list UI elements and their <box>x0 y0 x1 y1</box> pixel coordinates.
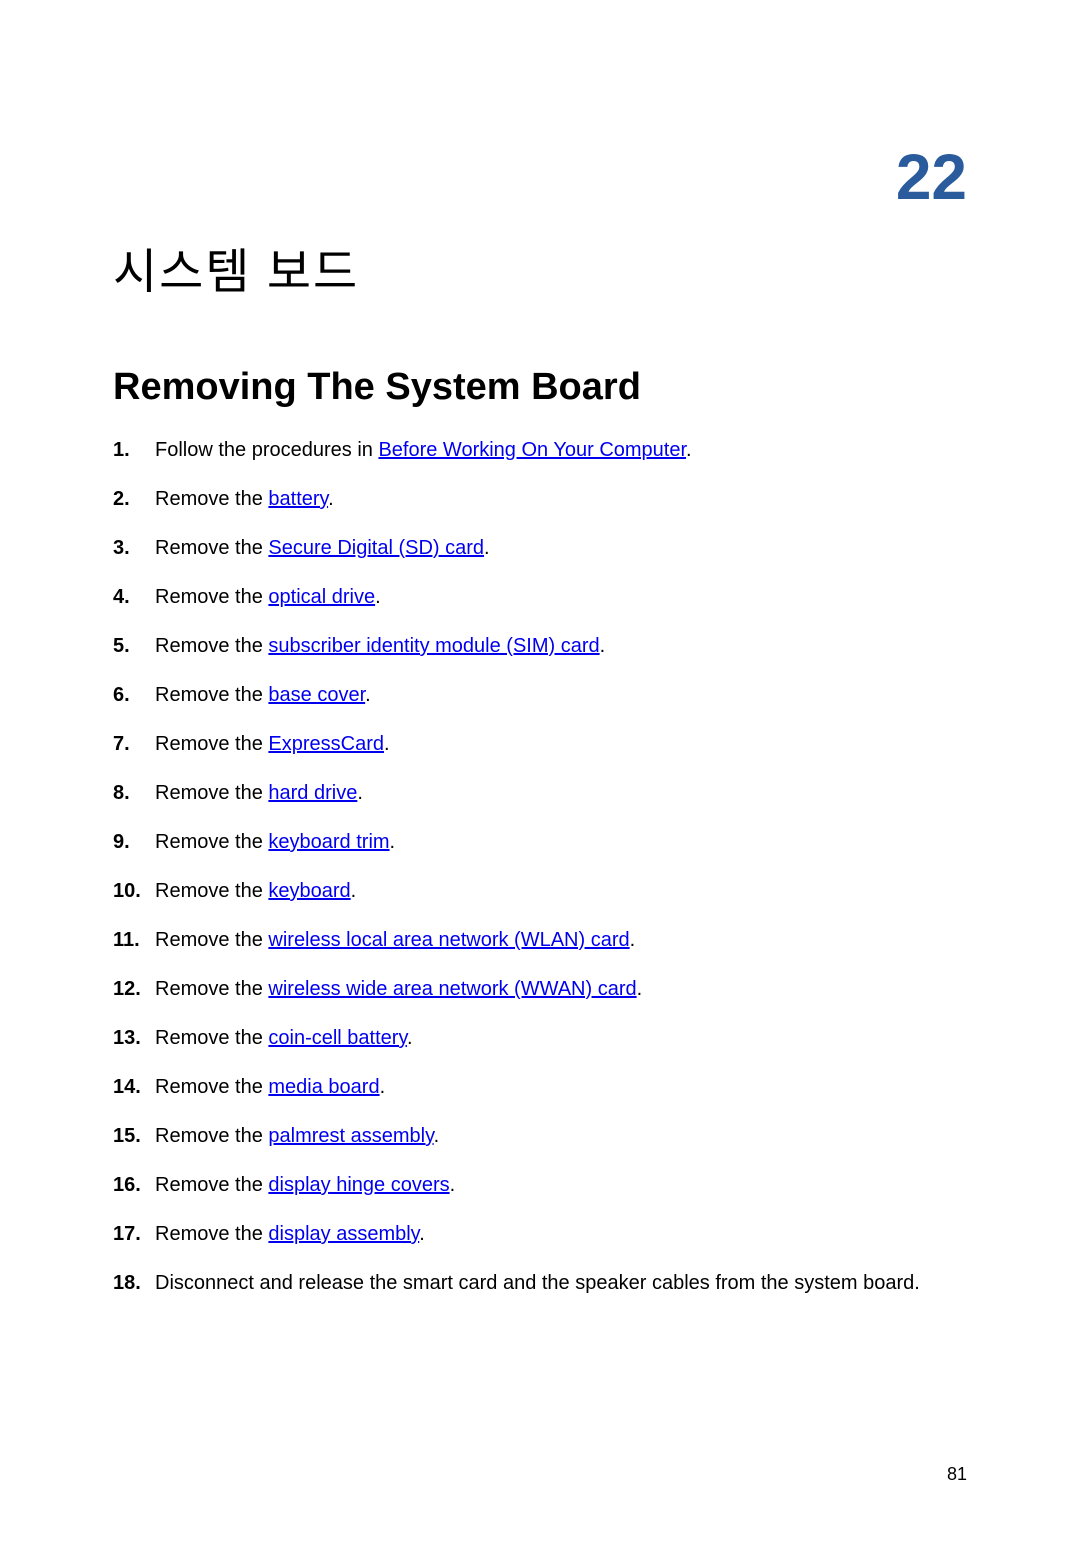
step-prefix: Remove the <box>155 929 268 951</box>
link-optical-drive[interactable]: optical drive <box>268 586 375 608</box>
link-base-cover[interactable]: base cover <box>268 684 365 706</box>
step-prefix: Remove the <box>155 978 268 1000</box>
step-prefix: Remove the <box>155 586 268 608</box>
list-item: Remove the wireless local area network (… <box>113 927 967 954</box>
link-sim-card[interactable]: subscriber identity module (SIM) card <box>268 635 599 657</box>
step-prefix: Disconnect and release the smart card an… <box>155 1272 920 1294</box>
step-suffix: . <box>450 1174 456 1196</box>
step-suffix: . <box>630 929 636 951</box>
link-before-working[interactable]: Before Working On Your Computer <box>378 439 686 461</box>
list-item: Remove the hard drive. <box>113 780 967 807</box>
step-suffix: . <box>384 733 390 755</box>
step-prefix: Remove the <box>155 684 268 706</box>
step-suffix: . <box>419 1223 425 1245</box>
document-page: 22 시스템 보드 Removing The System Board Foll… <box>0 0 1080 1297</box>
list-item: Remove the subscriber identity module (S… <box>113 633 967 660</box>
link-media-board[interactable]: media board <box>268 1076 379 1098</box>
list-item: Follow the procedures in Before Working … <box>113 437 967 464</box>
step-prefix: Remove the <box>155 1223 268 1245</box>
step-prefix: Remove the <box>155 782 268 804</box>
chapter-title: 시스템 보드 <box>113 232 967 302</box>
link-hard-drive[interactable]: hard drive <box>268 782 357 804</box>
list-item: Remove the wireless wide area network (W… <box>113 976 967 1003</box>
step-suffix: . <box>686 439 692 461</box>
step-prefix: Remove the <box>155 635 268 657</box>
step-suffix: . <box>351 880 357 902</box>
step-suffix: . <box>600 635 606 657</box>
list-item: Remove the keyboard. <box>113 878 967 905</box>
list-item: Remove the display hinge covers. <box>113 1172 967 1199</box>
link-palmrest[interactable]: palmrest assembly <box>268 1125 433 1147</box>
link-hinge-covers[interactable]: display hinge covers <box>268 1174 449 1196</box>
list-item: Remove the ExpressCard. <box>113 731 967 758</box>
step-suffix: . <box>390 831 396 853</box>
link-wwan-card[interactable]: wireless wide area network (WWAN) card <box>268 978 636 1000</box>
step-prefix: Remove the <box>155 488 268 510</box>
step-suffix: . <box>434 1125 440 1147</box>
link-keyboard-trim[interactable]: keyboard trim <box>268 831 389 853</box>
step-suffix: . <box>375 586 381 608</box>
step-suffix: . <box>407 1027 413 1049</box>
list-item: Remove the keyboard trim. <box>113 829 967 856</box>
list-item: Disconnect and release the smart card an… <box>113 1270 967 1297</box>
step-suffix: . <box>380 1076 386 1098</box>
page-number: 81 <box>947 1464 967 1485</box>
step-suffix: . <box>365 684 371 706</box>
list-item: Remove the base cover. <box>113 682 967 709</box>
link-coin-cell[interactable]: coin-cell battery <box>268 1027 407 1049</box>
step-prefix: Remove the <box>155 1076 268 1098</box>
section-title: Removing The System Board <box>113 366 967 409</box>
step-prefix: Follow the procedures in <box>155 439 378 461</box>
link-sd-card[interactable]: Secure Digital (SD) card <box>268 537 484 559</box>
steps-list: Follow the procedures in Before Working … <box>113 437 967 1297</box>
step-suffix: . <box>637 978 643 1000</box>
list-item: Remove the palmrest assembly. <box>113 1123 967 1150</box>
step-prefix: Remove the <box>155 1174 268 1196</box>
step-suffix: . <box>328 488 334 510</box>
link-expresscard[interactable]: ExpressCard <box>268 733 384 755</box>
step-prefix: Remove the <box>155 880 268 902</box>
step-prefix: Remove the <box>155 1125 268 1147</box>
link-wlan-card[interactable]: wireless local area network (WLAN) card <box>268 929 629 951</box>
link-keyboard[interactable]: keyboard <box>268 880 350 902</box>
step-prefix: Remove the <box>155 733 268 755</box>
link-display-assembly[interactable]: display assembly <box>268 1223 419 1245</box>
chapter-number: 22 <box>113 140 967 214</box>
step-prefix: Remove the <box>155 831 268 853</box>
step-suffix: . <box>484 537 490 559</box>
list-item: Remove the display assembly. <box>113 1221 967 1248</box>
list-item: Remove the optical drive. <box>113 584 967 611</box>
step-prefix: Remove the <box>155 537 268 559</box>
list-item: Remove the coin-cell battery. <box>113 1025 967 1052</box>
list-item: Remove the Secure Digital (SD) card. <box>113 535 967 562</box>
list-item: Remove the battery. <box>113 486 967 513</box>
step-suffix: . <box>357 782 363 804</box>
step-prefix: Remove the <box>155 1027 268 1049</box>
link-battery[interactable]: battery <box>268 488 328 510</box>
list-item: Remove the media board. <box>113 1074 967 1101</box>
